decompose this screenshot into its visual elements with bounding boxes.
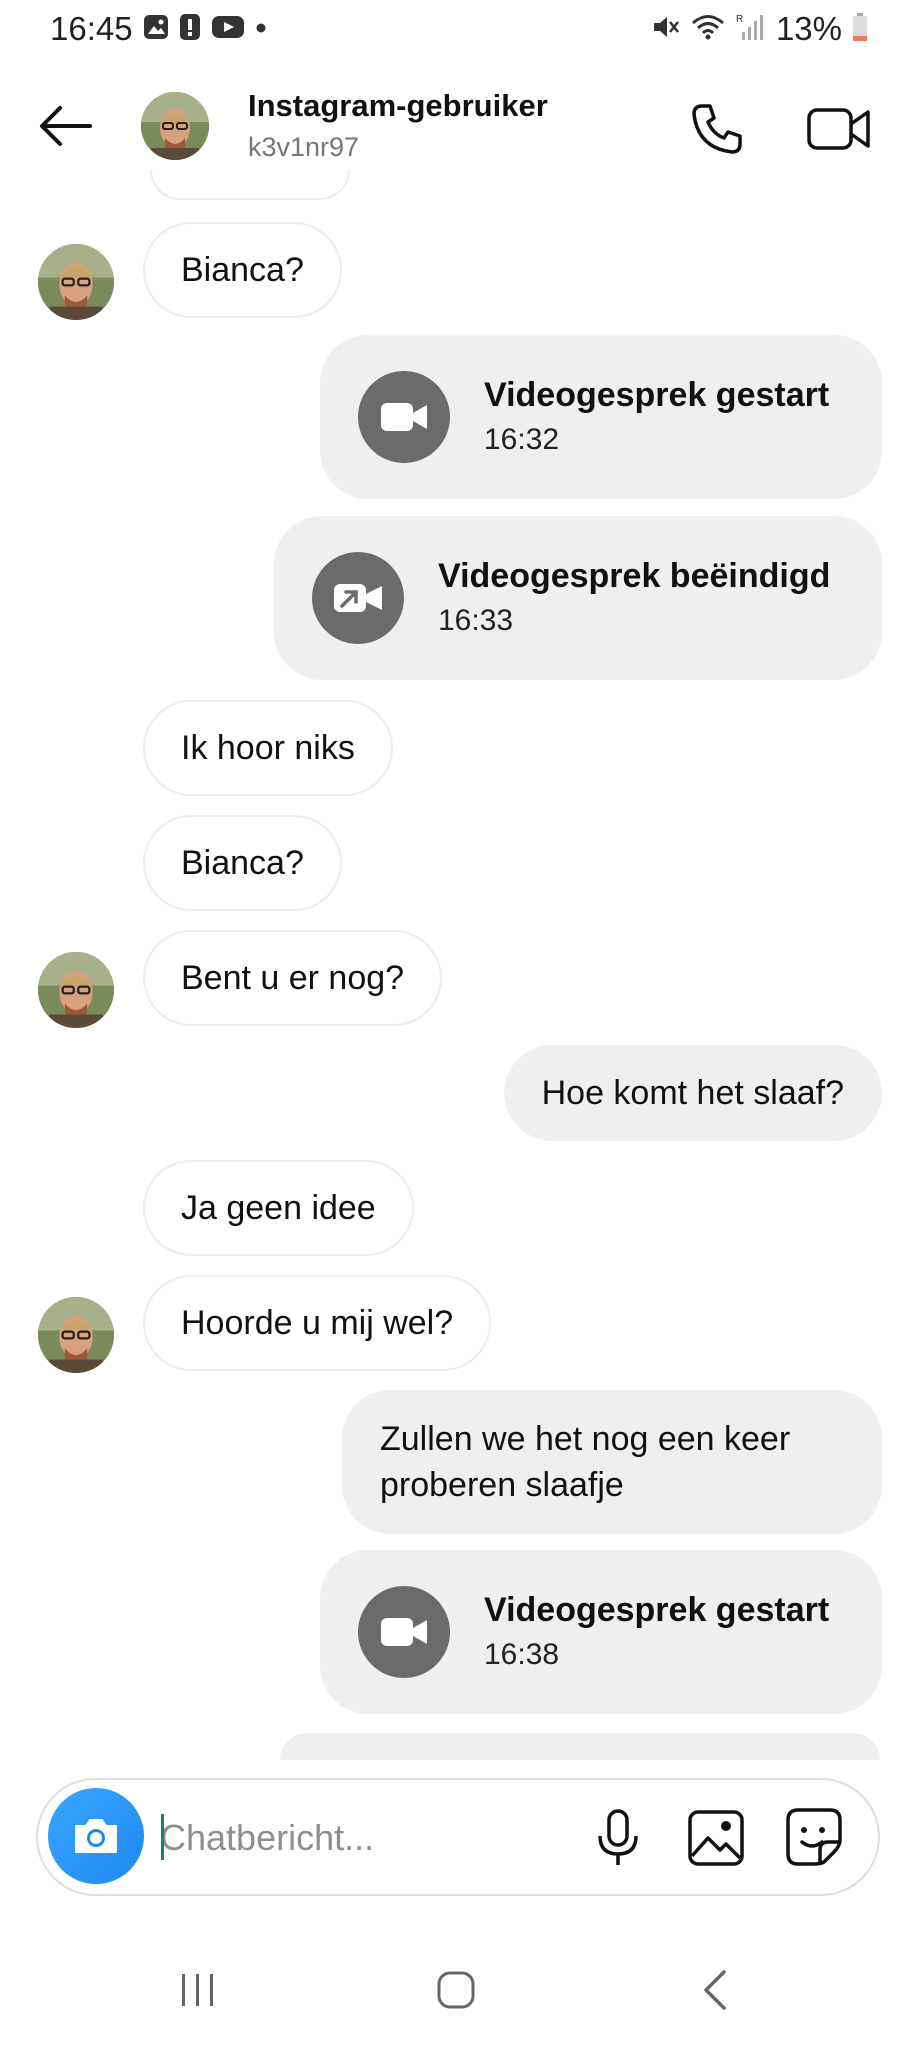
avatar[interactable] xyxy=(141,92,209,160)
chat-header: Instagram-gebruiker k3v1nr97 xyxy=(0,70,918,185)
call-time: 16:33 xyxy=(438,604,514,637)
incoming-message[interactable]: Bent u er nog? xyxy=(143,930,443,1026)
incoming-message[interactable]: Bianca? xyxy=(143,222,342,318)
signal-icon: R xyxy=(736,12,766,47)
video-call-card[interactable]: Videogesprek gestart 16:38 xyxy=(320,1550,882,1714)
phone-icon[interactable] xyxy=(688,100,746,158)
microphone-icon[interactable] xyxy=(590,1808,646,1868)
image-icon[interactable] xyxy=(686,1808,746,1868)
dot-icon xyxy=(255,21,267,39)
mute-icon xyxy=(650,12,680,47)
page-title: Instagram-gebruiker xyxy=(248,88,548,123)
outgoing-message[interactable]: Zullen we het nog een keer proberen slaa… xyxy=(342,1390,882,1534)
wifi-icon xyxy=(690,12,726,47)
system-icons: R 13% xyxy=(650,10,868,48)
gallery-icon xyxy=(143,14,169,45)
back-arrow-icon[interactable] xyxy=(36,102,96,150)
call-time: 16:32 xyxy=(484,423,560,456)
recent-apps-icon[interactable] xyxy=(178,1970,218,2010)
svg-text:R: R xyxy=(736,14,743,25)
video-call-card[interactable]: Videogesprek beëindigd 16:33 xyxy=(274,516,882,680)
message-bubble-partial xyxy=(280,1733,880,1760)
alert-icon xyxy=(179,13,201,46)
incoming-message[interactable]: Ja geen idee xyxy=(143,1160,414,1256)
status-bar: 16:45 R 13% xyxy=(0,0,918,58)
system-navigation-bar xyxy=(0,1940,918,2048)
battery-icon xyxy=(852,12,868,47)
message-bubble-partial xyxy=(150,170,350,200)
text-cursor xyxy=(161,1814,164,1860)
message-text: Bianca? xyxy=(181,251,304,289)
avatar[interactable] xyxy=(38,244,114,320)
camera-icon[interactable] xyxy=(48,1788,144,1884)
call-time: 16:38 xyxy=(484,1638,560,1671)
message-text: Zullen we het nog een keer proberen slaa… xyxy=(380,1420,791,1504)
message-text: Hoorde u mij wel? xyxy=(181,1304,454,1342)
outgoing-message[interactable]: Hoe komt het slaaf? xyxy=(503,1045,882,1141)
sticker-icon[interactable] xyxy=(784,1806,844,1868)
message-input[interactable] xyxy=(158,1800,592,1876)
call-title: Videogesprek beëindigd xyxy=(438,557,831,595)
message-text: Hoe komt het slaaf? xyxy=(541,1074,844,1112)
message-text: Ja geen idee xyxy=(181,1189,376,1227)
incoming-message[interactable]: Hoorde u mij wel? xyxy=(143,1275,492,1371)
avatar[interactable] xyxy=(38,952,114,1028)
youtube-icon xyxy=(211,14,245,45)
call-title: Videogesprek gestart xyxy=(484,376,830,414)
battery-percentage: 13% xyxy=(775,10,842,47)
message-composer xyxy=(36,1778,880,1896)
notification-icons xyxy=(143,13,267,46)
video-camera-icon xyxy=(358,1586,450,1678)
message-text: Bent u er nog? xyxy=(181,959,405,997)
call-title: Videogesprek gestart xyxy=(484,1591,830,1629)
status-time: 16:45 xyxy=(50,10,133,47)
incoming-message[interactable]: Bianca? xyxy=(143,815,342,911)
message-text: Bianca? xyxy=(181,844,304,882)
incoming-message[interactable]: Ik hoor niks xyxy=(143,700,393,796)
video-call-card[interactable]: Videogesprek gestart 16:32 xyxy=(320,335,882,499)
home-icon[interactable] xyxy=(436,1970,476,2010)
nav-back-icon[interactable] xyxy=(700,1968,730,2012)
video-camera-icon[interactable] xyxy=(806,100,872,158)
video-call-ended-icon xyxy=(312,552,404,644)
video-camera-icon xyxy=(358,371,450,463)
message-text: Ik hoor niks xyxy=(181,729,355,767)
username: k3v1nr97 xyxy=(248,132,360,162)
avatar[interactable] xyxy=(38,1297,114,1373)
